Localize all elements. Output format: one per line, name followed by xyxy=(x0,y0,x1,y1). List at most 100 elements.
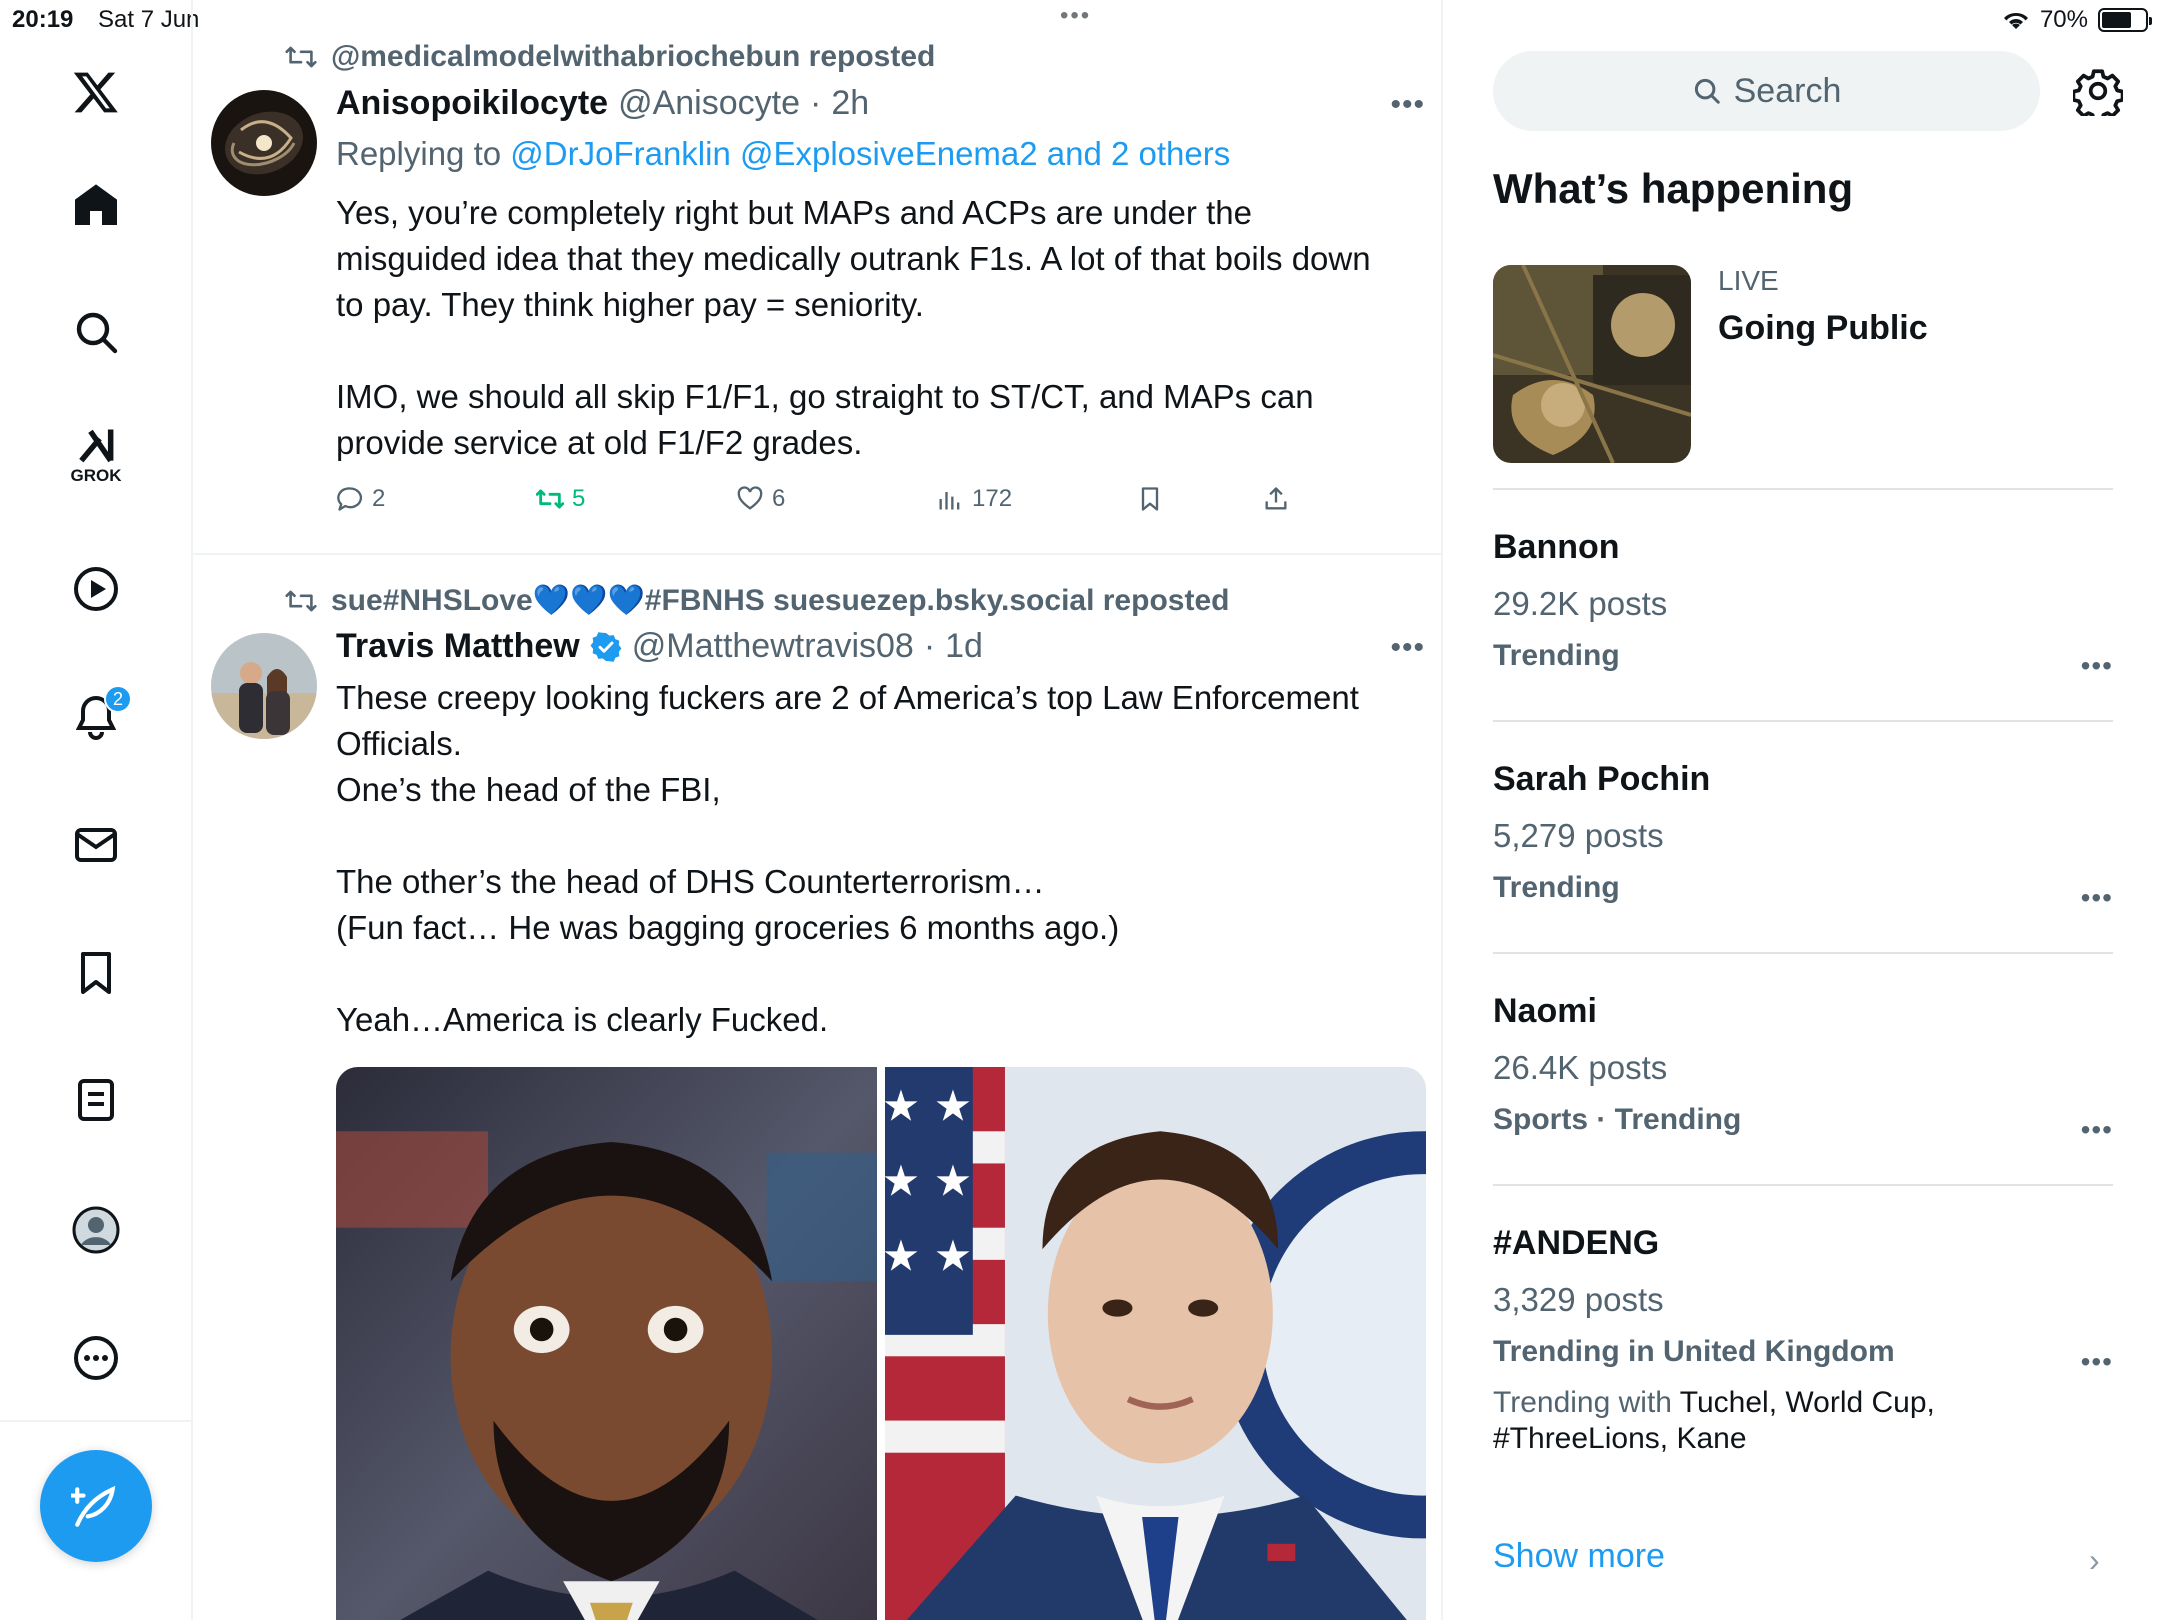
views-chart-icon xyxy=(939,492,960,510)
share-icon xyxy=(1265,487,1287,510)
tweet-time[interactable]: 1d xyxy=(945,627,983,666)
trend-name: Naomi xyxy=(1493,992,1597,1030)
repost-icon xyxy=(285,590,317,611)
search-input[interactable]: Search xyxy=(1493,51,2040,131)
tweet-body-line: to pay. They think higher pay = seniorit… xyxy=(336,286,924,323)
share-button[interactable] xyxy=(1262,485,1290,513)
replying-prefix: Replying to xyxy=(336,135,511,172)
media-image-left[interactable] xyxy=(336,1067,877,1620)
like-count: 6 xyxy=(772,485,786,512)
tweet-body: These creepy looking fuckers are 2 of Am… xyxy=(336,675,1416,1043)
grok-label: GROK xyxy=(70,466,122,485)
bookmarks-icon[interactable] xyxy=(56,933,136,1013)
trend-post-count: 26.4K posts xyxy=(1493,1049,1668,1086)
tweet-header: Anisopoikilocyte @Anisocyte · 2h xyxy=(336,84,869,123)
view-count: 172 xyxy=(972,485,1013,512)
right-sidebar: Search What’s happening LIVE Going Publi… xyxy=(1443,0,2160,1620)
avatar[interactable] xyxy=(211,90,317,196)
trending-with-terms[interactable]: #ThreeLions, Kane xyxy=(1493,1422,1747,1455)
tweet[interactable]: @medicalmodelwithabriochebun reposted An… xyxy=(193,0,1441,553)
trending-with: Trending with Tuchel, World Cup, #ThreeL… xyxy=(1493,1385,2113,1457)
repost-count: 5 xyxy=(572,485,586,512)
tweet-body-line: Yes, you’re completely right but MAPs an… xyxy=(336,194,1252,231)
tweet-body-line: IMO, we should all skip F1/F1, go straig… xyxy=(336,378,1314,415)
show-more-link[interactable]: Show more xyxy=(1493,1537,1665,1576)
trend-more-icon[interactable]: ••• xyxy=(2081,650,2113,682)
trend-name: #ANDENG xyxy=(1493,1224,1660,1262)
messages-envelope-icon[interactable] xyxy=(56,805,136,885)
tweet-body-line: These creepy looking fuckers are 2 of Am… xyxy=(336,679,1359,716)
repost-by-text: sue#NHSLove💙💙💙#FBNHS suesuezep.bsky.soci… xyxy=(331,584,1230,617)
author-handle[interactable]: @Anisocyte xyxy=(618,84,800,123)
trend-item[interactable]: #ANDENG 3,329 posts Trending in United K… xyxy=(1493,1224,2113,1457)
tweet-body-line: misguided idea that they medically outra… xyxy=(336,240,1371,277)
timeline-feed: @medicalmodelwithabriochebun reposted An… xyxy=(193,0,1443,1620)
search-placeholder: Search xyxy=(1733,71,1842,110)
repost-icon xyxy=(285,46,317,68)
live-event-card[interactable]: LIVE Going Public xyxy=(1493,265,2113,465)
compose-post-button[interactable] xyxy=(40,1450,152,1562)
trend-item[interactable]: Sarah Pochin 5,279 posts Trending ••• xyxy=(1493,760,2113,913)
author-name[interactable]: Anisopoikilocyte xyxy=(336,84,608,123)
left-nav: GROK 2 xyxy=(0,0,193,1620)
reply-icon xyxy=(337,487,363,511)
trend-more-icon[interactable]: ••• xyxy=(2081,1114,2113,1146)
trend-name: Bannon xyxy=(1493,528,1620,566)
author-name[interactable]: Travis Matthew xyxy=(336,627,580,666)
profile-avatar-icon[interactable] xyxy=(56,1190,136,1270)
notifications-bell-icon[interactable]: 2 xyxy=(56,677,136,757)
reply-count: 2 xyxy=(372,485,386,512)
tweet-more-icon[interactable]: ••• xyxy=(1390,88,1425,122)
media-image-right[interactable]: ★ ★ ★ ★ ★ ★ xyxy=(885,1067,1426,1620)
trend-more-icon[interactable]: ••• xyxy=(2081,1346,2113,1378)
tweet-media[interactable]: ★ ★ ★ ★ ★ ★ xyxy=(336,1067,1426,1620)
tweet-body-line: provide service at old F1/F2 grades. xyxy=(336,424,863,461)
tweet-header: Travis Matthew @Matthewtravis08 · 1d xyxy=(336,627,983,666)
avatar[interactable] xyxy=(211,633,317,739)
trend-category: Trending xyxy=(1493,871,1620,904)
settings-gear-icon[interactable] xyxy=(2073,66,2123,116)
views-button[interactable]: 172 xyxy=(936,485,1012,513)
x-logo-icon[interactable] xyxy=(56,52,136,132)
like-button[interactable]: 6 xyxy=(736,485,785,513)
explore-search-icon[interactable] xyxy=(56,292,136,372)
nav-divider xyxy=(0,1420,193,1422)
whats-happening-title: What’s happening xyxy=(1493,165,1854,212)
trend-item[interactable]: Bannon 29.2K posts Trending ••• xyxy=(1493,528,2113,681)
reply-button[interactable]: 2 xyxy=(336,485,385,513)
video-play-icon[interactable] xyxy=(56,549,136,629)
trending-with-terms[interactable]: Tuchel, World Cup, xyxy=(1680,1386,1935,1419)
chevron-right-icon[interactable]: › xyxy=(2089,1542,2100,1579)
tweet-more-icon[interactable]: ••• xyxy=(1390,631,1425,665)
tweet-time[interactable]: 2h xyxy=(831,84,869,123)
replying-to-links[interactable]: @DrJoFranklin @ExplosiveEnema2 and 2 oth… xyxy=(510,135,1230,172)
author-handle[interactable]: @Matthewtravis08 xyxy=(632,627,914,666)
tweet-body: Yes, you’re completely right but MAPs an… xyxy=(336,190,1416,466)
sidebar-divider xyxy=(1493,720,2113,722)
trend-more-icon[interactable]: ••• xyxy=(2081,882,2113,914)
tweet-body-line: One’s the head of the FBI, xyxy=(336,771,721,808)
home-icon[interactable] xyxy=(56,165,136,245)
tweet[interactable]: sue#NHSLove💙💙💙#FBNHS suesuezep.bsky.soci… xyxy=(193,555,1441,1620)
trend-post-count: 29.2K posts xyxy=(1493,585,1668,622)
lists-icon[interactable] xyxy=(56,1060,136,1140)
trend-post-count: 5,279 posts xyxy=(1493,817,1664,854)
more-options-icon[interactable] xyxy=(56,1318,136,1398)
live-label: LIVE xyxy=(1718,265,1779,296)
repost-button[interactable]: 5 xyxy=(536,485,585,513)
sidebar-divider xyxy=(1493,488,2113,490)
verified-badge-icon xyxy=(590,631,622,662)
tweet-body-line: (Fun fact… He was bagging groceries 6 mo… xyxy=(336,909,1120,946)
time-separator: · xyxy=(923,627,936,665)
repost-indicator: sue#NHSLove💙💙💙#FBNHS suesuezep.bsky.soci… xyxy=(285,583,1229,618)
time-separator: · xyxy=(809,84,822,122)
live-title: Going Public xyxy=(1718,309,1928,347)
tweet-body-line: Officials. xyxy=(336,725,462,762)
bookmark-button[interactable] xyxy=(1136,485,1164,513)
tweet-body-line: The other’s the head of DHS Counterterro… xyxy=(336,863,1045,900)
grok-icon[interactable]: GROK xyxy=(56,415,136,495)
trend-post-count: 3,329 posts xyxy=(1493,1281,1664,1318)
sidebar-divider xyxy=(1493,1184,2113,1186)
trend-item[interactable]: Naomi 26.4K posts Sports · Trending ••• xyxy=(1493,992,2113,1145)
trend-category: Trending in United Kingdom xyxy=(1493,1335,1895,1368)
